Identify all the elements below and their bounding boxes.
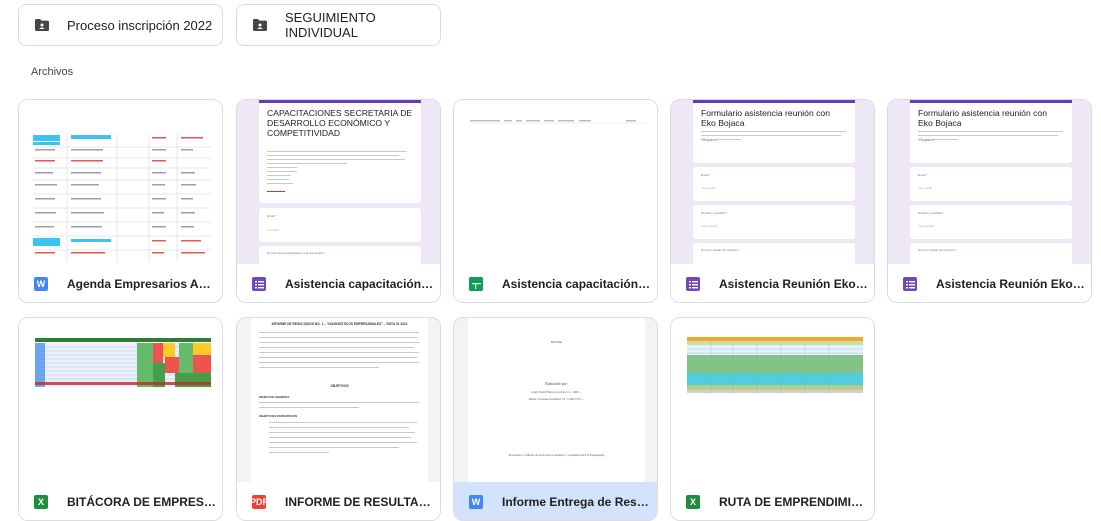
form-field-placeholder: Your email (918, 186, 933, 190)
shared-folder-icon (35, 19, 49, 31)
form-field-label: Nombre de la capacitación a la que asist… (267, 251, 326, 255)
form-title: Formulario asistencia reunión con Eko Bo… (918, 108, 1047, 128)
form-field-placeholder: Your answer (918, 224, 935, 228)
file-name: Asistencia Reunión Eko Boja... (936, 277, 1086, 291)
form-field-label: Nombre y Apellido * (918, 211, 945, 215)
file-name: Asistencia capacitación cost... (285, 277, 435, 291)
report-subheading: OBJETIVO GENERAL (259, 395, 290, 399)
file-thumbnail (19, 100, 222, 264)
file-card[interactable]: Formulario asistencia reunión con Eko Bo… (887, 99, 1092, 303)
file-name: INFORME DE RESULTADOS N... (285, 495, 435, 509)
file-thumbnail: INFORME DE RESULTADOS NO. 1 – “DIAGNÓSTI… (237, 318, 440, 482)
file-name: Asistencia Reunión Eko Boja... (719, 277, 869, 291)
file-card[interactable]: Informe Elaborado por: Jorge Yesid Herre… (453, 317, 658, 521)
file-card[interactable]: CAPACITACIONES SECRETARIA DE DESARROLLO … (236, 99, 441, 303)
file-card[interactable]: W Agenda Empresarios Actuali... (18, 99, 223, 303)
form-title: CAPACITACIONES SECRETARIA DE DESARROLLO … (267, 108, 413, 138)
file-name: Agenda Empresarios Actuali... (67, 277, 217, 291)
google-sheets-icon (469, 277, 483, 291)
pdf-icon: PDF (250, 495, 268, 509)
file-name: Informe Entrega de Resultad... (502, 495, 652, 509)
form-field-label: Email * (267, 214, 277, 218)
shared-folder-icon (253, 19, 267, 31)
file-thumbnail (19, 318, 222, 482)
cover-footer: Presentado a: Oficina de desarrollo econ… (508, 453, 605, 457)
form-title: Formulario asistencia reunión con Eko Bo… (701, 108, 830, 128)
report-subheading: OBJETIVOS ESPECÍFICOS (259, 414, 298, 418)
form-field-placeholder: Your answer (701, 224, 718, 228)
report-heading: OBJETIVOS (330, 384, 349, 388)
form-field-label: Número celular de contacto * (918, 248, 957, 252)
report-header: INFORME DE RESULTADOS NO. 1 – “DIAGNÓSTI… (271, 322, 408, 326)
form-field-label: Email * (701, 173, 711, 177)
folder-name: SEGUIMIENTO INDIVIDUAL (285, 10, 376, 40)
file-card[interactable]: Formulario asistencia reunión con Eko Bo… (670, 99, 875, 303)
file-thumbnail (671, 318, 874, 482)
form-field-placeholder: Your email (701, 186, 716, 190)
form-field-label: Número celular de contacto * (701, 248, 740, 252)
form-field-placeholder: Tu email (267, 228, 279, 232)
file-thumbnail: CAPACITACIONES SECRETARIA DE DESARROLLO … (237, 100, 440, 264)
file-thumbnail: Formulario asistencia reunión con Eko Bo… (671, 100, 874, 264)
google-forms-icon (903, 277, 917, 291)
file-card[interactable]: X BITÁCORA DE EMPRESARIO... (18, 317, 223, 521)
excel-icon: X (34, 495, 48, 509)
file-name: Asistencia capacitación cost... (502, 277, 652, 291)
form-field-label: Nombre y Apellido * (701, 211, 728, 215)
file-thumbnail (454, 100, 657, 264)
file-name: RUTA DE EMPRENDIMIENTO... (719, 495, 869, 509)
google-forms-icon (686, 277, 700, 291)
file-thumbnail: Formulario asistencia reunión con Eko Bo… (888, 100, 1091, 264)
file-name: BITÁCORA DE EMPRESARIO... (67, 495, 217, 509)
file-card[interactable]: X RUTA DE EMPRENDIMIENTO... (670, 317, 875, 521)
folder-name: Proceso inscripción 2022 (67, 17, 213, 33)
word-icon: W (469, 495, 483, 509)
prepared-by: Elaborado por: (545, 382, 568, 386)
author-line: Diana Carolina González CC 1.069.735.7..… (528, 397, 585, 401)
file-thumbnail: Informe Elaborado por: Jorge Yesid Herre… (454, 318, 657, 482)
google-forms-icon (252, 277, 266, 291)
file-card[interactable]: INFORME DE RESULTADOS NO. 1 – “DIAGNÓSTI… (236, 317, 441, 521)
file-card[interactable]: Asistencia capacitación cost... (453, 99, 658, 303)
author-line: Jorge Yesid Herrera Currea C.C 1069 ... (531, 390, 582, 394)
excel-icon: X (686, 495, 700, 509)
folder-card[interactable]: SEGUIMIENTO INDIVIDUAL (236, 4, 441, 46)
form-field-label: Email * (918, 173, 928, 177)
folder-card[interactable]: Proceso inscripción 2022 (18, 4, 223, 46)
section-title: Archivos (31, 66, 74, 78)
word-icon: W (34, 277, 48, 291)
cover-title: Informe (550, 340, 563, 344)
